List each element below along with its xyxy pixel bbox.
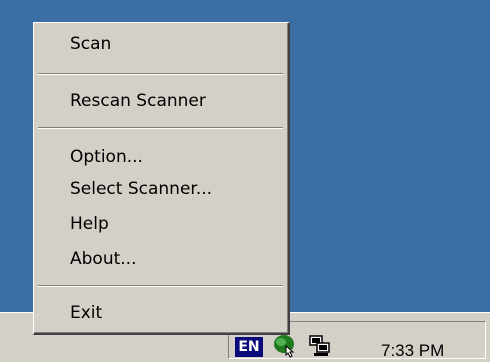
context-menu: Scan Rescan Scanner Option... Select Sca… [33,22,290,335]
menu-item-select-scanner[interactable]: Select Scanner... [70,177,212,201]
language-indicator[interactable]: EN [235,337,263,357]
clock[interactable]: 7:33 PM [381,341,444,361]
menu-separator [38,285,283,287]
menu-item-exit[interactable]: Exit [70,301,102,325]
menu-separator [38,127,283,129]
network-icon[interactable] [307,333,333,359]
menu-item-scan[interactable]: Scan [70,32,111,56]
menu-item-help[interactable]: Help [70,212,109,236]
scanner-tray-icon[interactable] [271,333,297,359]
menu-item-rescan-scanner[interactable]: Rescan Scanner [70,89,206,113]
menu-separator [38,73,283,75]
menu-item-option[interactable]: Option... [70,145,143,169]
menu-item-about[interactable]: About... [70,247,136,271]
